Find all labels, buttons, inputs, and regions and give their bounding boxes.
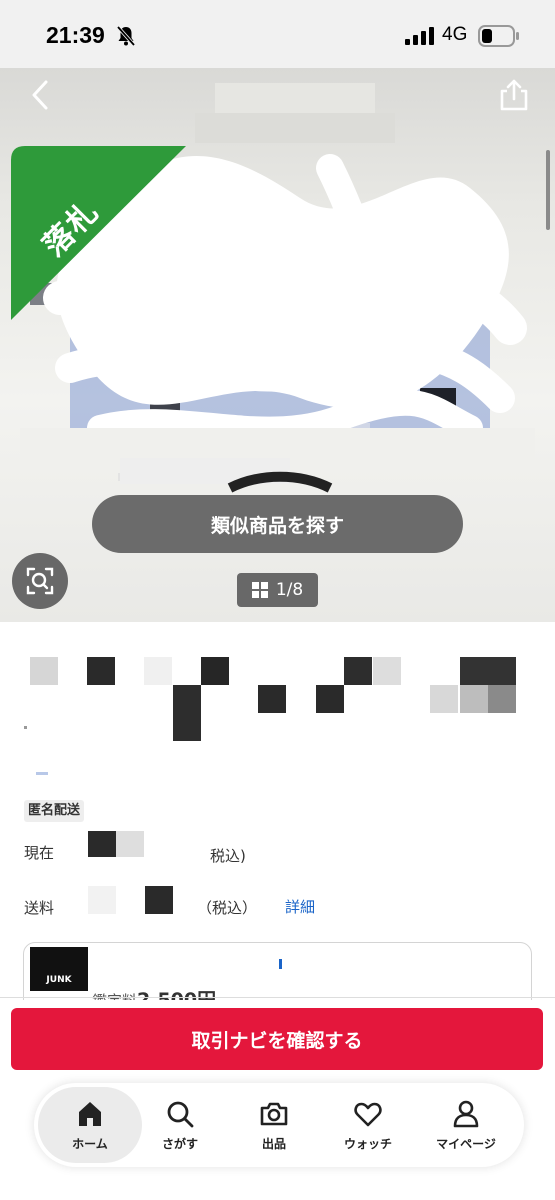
product-image-area[interactable]: 落札 類似商品を探す 1/8 [0,68,555,622]
network-label: 4G [442,24,468,45]
current-price-label: 現在 [24,844,55,862]
image-counter[interactable]: 1/8 [237,573,318,607]
tab-mypage[interactable]: マイページ [414,1087,518,1163]
price-tax-suffix: 税込) [210,847,246,865]
share-icon[interactable] [497,78,531,112]
tab-sell[interactable]: 出品 [226,1087,322,1163]
tab-sell-label: 出品 [261,1136,286,1151]
lens-search-button[interactable] [12,553,68,609]
shipping-label: 送料 [24,899,55,917]
anonymous-shipping-badge: 匿名配送 [24,800,85,822]
tab-mypage-label: マイページ [436,1136,496,1151]
heart-icon [354,1102,382,1126]
back-chevron-icon[interactable] [24,78,58,112]
search-icon [167,1101,194,1127]
battery-icon [478,25,519,47]
image-scrollbar [546,150,550,230]
tab-home[interactable]: ホーム [38,1087,142,1163]
price-redacted [88,831,116,857]
signal-icon [405,27,434,45]
image-counter-label: 1/8 [275,580,304,600]
seller-card-logo: JUNK [30,947,88,991]
tab-home-label: ホーム [72,1136,108,1151]
shipping-detail-link[interactable]: 詳細 [285,896,315,917]
shipping-redacted [88,886,116,914]
bottom-tab-bar: ホーム さがす 出品 ウォッチ マイページ [34,1083,524,1167]
seller-card[interactable]: JUNK 鑑定料2,500円 [23,942,532,1000]
find-similar-button[interactable]: 類似商品を探す [92,495,463,553]
grid-icon [251,582,268,598]
tab-search-label: さがす [161,1136,198,1151]
tab-watch-label: ウォッチ [343,1136,392,1151]
tab-watch[interactable]: ウォッチ [320,1087,416,1163]
confirm-trade-navi-button[interactable]: 取引ナビを確認する [11,1008,543,1070]
camera-icon [260,1102,288,1125]
shipping-tax-suffix: （税込） [197,899,258,917]
bottom-divider [0,997,555,998]
sold-badge: 落札 [11,146,186,320]
item-info-section: 匿名配送 現在 税込) 送料 （税込） 詳細 JUNK 鑑定料2,500円 [0,622,555,1000]
bell-slash-icon [116,25,136,47]
status-time: 21:39 [46,22,105,48]
tab-search[interactable]: さがす [132,1087,228,1163]
lens-search-icon [26,567,54,595]
status-bar: 21:39 4G [0,0,555,68]
person-icon [453,1100,479,1127]
seller-card-logo-text: JUNK [46,975,72,985]
home-icon [79,1101,101,1126]
